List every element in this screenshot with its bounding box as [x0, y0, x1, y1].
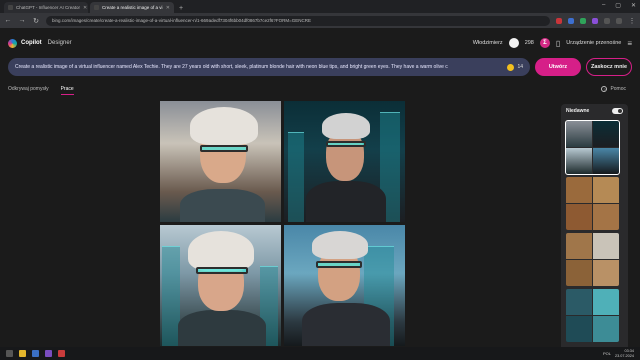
- close-icon[interactable]: ✕: [166, 5, 170, 11]
- help-link[interactable]: ? Pomoc: [601, 86, 626, 92]
- system-tray: POL 03:34 23.07.2024: [603, 349, 634, 358]
- extensions-puzzle-icon[interactable]: [604, 17, 610, 24]
- tab-creations[interactable]: Prace: [60, 86, 74, 95]
- start-icon[interactable]: [6, 350, 13, 357]
- sub-navigation: Odkrywaj pomysły Prace: [8, 86, 74, 95]
- product-name[interactable]: Designer: [48, 40, 72, 46]
- header-right: Włodzimierz 298 Σ ▯ Urządzenie przenośne…: [473, 38, 632, 48]
- user-name[interactable]: Włodzimierz: [473, 40, 503, 46]
- app-header: Copilot Designer Włodzimierz 298 Σ ▯ Urz…: [0, 28, 640, 58]
- points-count: 298: [524, 40, 534, 46]
- avatar[interactable]: [508, 38, 519, 48]
- brand-name[interactable]: Copilot: [21, 40, 42, 46]
- recent-thumbnail[interactable]: [566, 177, 619, 230]
- devices-link[interactable]: Urządzenie przenośne: [566, 40, 621, 46]
- generated-image[interactable]: [160, 101, 281, 222]
- bing-favicon-icon: [94, 5, 99, 10]
- device-icon: ▯: [555, 38, 561, 48]
- generated-image[interactable]: [284, 101, 405, 222]
- extension-icon[interactable]: [592, 17, 598, 24]
- extension-icon[interactable]: [568, 17, 574, 24]
- tab-title: Create a realistic image of a vi: [102, 5, 163, 10]
- help-icon: ?: [601, 86, 608, 92]
- profile-icon[interactable]: [616, 17, 622, 24]
- close-window-button[interactable]: ✕: [631, 2, 636, 9]
- tab-chatgpt[interactable]: ChatGPT - Influencer AI Creator ✕: [4, 2, 88, 13]
- rewards-coin-icon[interactable]: Σ: [539, 38, 550, 48]
- generated-image[interactable]: [284, 225, 405, 346]
- recent-sidebar: Niedawne: [561, 104, 628, 360]
- window-controls: – ▢ ✕: [602, 2, 636, 9]
- copilot-logo-icon: [8, 38, 17, 48]
- hamburger-menu-icon[interactable]: ≡: [627, 39, 632, 48]
- maximize-button[interactable]: ▢: [615, 2, 621, 9]
- recent-toggle[interactable]: [612, 108, 623, 114]
- extension-icon[interactable]: [580, 17, 586, 24]
- surprise-me-button[interactable]: Zaskocz mnie: [586, 58, 632, 76]
- tab-bing-create[interactable]: Create a realistic image of a vi ✕: [90, 2, 174, 13]
- help-label: Pomoc: [610, 86, 626, 92]
- clock[interactable]: 03:34 23.07.2024: [615, 349, 634, 358]
- generated-images-grid: [160, 101, 406, 346]
- recent-thumbnail[interactable]: [565, 120, 620, 175]
- prompt-text[interactable]: Create a realistic image of a virtual in…: [15, 64, 501, 70]
- language-indicator[interactable]: POL: [603, 351, 611, 356]
- forward-button[interactable]: →: [18, 17, 26, 24]
- boost-coin-icon: [507, 63, 515, 71]
- back-button[interactable]: ←: [4, 17, 12, 24]
- os-taskbar: POL 03:34 23.07.2024: [0, 347, 640, 360]
- browser-menu-icon[interactable]: ⋮: [628, 17, 636, 25]
- browser-tab-bar: ChatGPT - Influencer AI Creator ✕ Create…: [0, 0, 640, 13]
- boost-count: 14: [517, 64, 523, 70]
- reload-button[interactable]: ↻: [32, 17, 40, 25]
- address-bar-row: ← → ↻ bing.com/images/create/create-a-re…: [0, 13, 640, 28]
- clock-date: 23.07.2024: [614, 353, 634, 358]
- app-icon[interactable]: [45, 350, 52, 357]
- boost-counter: 14: [507, 63, 523, 71]
- generated-image[interactable]: [160, 225, 281, 346]
- chrome-icon[interactable]: [19, 350, 26, 357]
- tab-explore-ideas[interactable]: Odkrywaj pomysły: [8, 86, 49, 95]
- prompt-input[interactable]: Create a realistic image of a virtual in…: [8, 58, 530, 76]
- create-button[interactable]: Utwórz: [535, 58, 581, 76]
- new-tab-button[interactable]: +: [176, 5, 186, 13]
- chatgpt-favicon-icon: [8, 5, 13, 10]
- minimize-button[interactable]: –: [602, 2, 605, 9]
- recent-thumbnail[interactable]: [566, 233, 619, 286]
- recent-thumbnail[interactable]: [566, 289, 619, 342]
- url-input[interactable]: bing.com/images/create/create-a-realisti…: [46, 15, 550, 26]
- extension-icon[interactable]: [556, 17, 562, 24]
- prompt-row: Create a realistic image of a virtual in…: [8, 58, 632, 76]
- recent-title: Niedawne: [566, 108, 590, 114]
- app-icon[interactable]: [32, 350, 39, 357]
- tab-title: ChatGPT - Influencer AI Creator: [16, 5, 80, 10]
- close-icon[interactable]: ✕: [83, 5, 87, 11]
- app-icon[interactable]: [58, 350, 65, 357]
- recent-header: Niedawne: [561, 104, 628, 118]
